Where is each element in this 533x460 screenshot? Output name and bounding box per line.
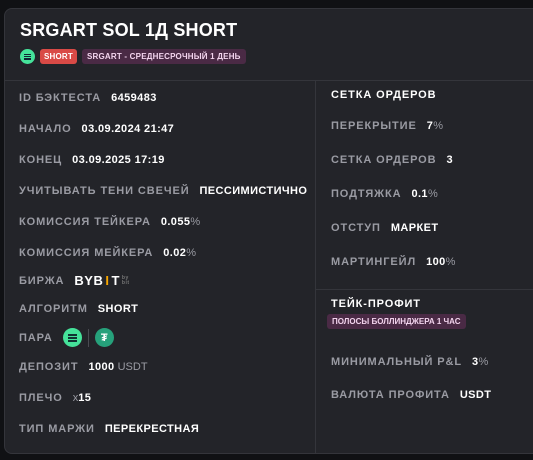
label: ВАЛЮТА ПРОФИТА [331,389,450,401]
row-pair: ПАРА ₮ [19,328,114,347]
label: ПАРА [19,331,53,344]
label: ID БЭКТЕСТА [19,92,102,104]
badges-row: SHORT SRGART - СРЕДНЕСРОЧНЫЙ 1 ДЕНЬ [20,49,246,64]
margin-type-value: ПЕРЕКРЕСТНАЯ [104,423,200,435]
row-offset: ОТСТУП МАРКЕТ [331,222,438,234]
label: КОНЕЦ [19,154,63,166]
grid-value: 3 [446,154,454,166]
pullup-value: 0.1% [411,188,438,200]
row-backtest-id: ID БЭКТЕСТА 6459483 [19,92,157,104]
column-divider [315,81,316,453]
row-min-pnl: МИНИМАЛЬНЫЙ P&L 3% [331,356,488,368]
profit-currency-value: USDT [459,389,492,401]
row-pullup: ПОДТЯЖКА 0.1% [331,188,438,200]
maker-fee-value: 0.02% [163,247,197,259]
label: СЕТКА ОРДЕРОВ [331,154,437,166]
label: БИРЖА [19,274,65,287]
label: ПОДТЯЖКА [331,188,402,200]
row-overlap: ПЕРЕКРЫТИЕ 7% [331,120,443,132]
row-margin-type: ТИП МАРЖИ ПЕРЕКРЕСТНАЯ [19,423,199,435]
row-start: НАЧАЛО 03.09.2024 21:47 [19,123,174,135]
section-divider [316,289,533,290]
label: ОТСТУП [331,222,381,234]
martingale-value: 100% [426,256,456,268]
row-exchange: БИРЖА BYB I T by bit [19,273,130,288]
label: ТИП МАРЖИ [19,423,95,435]
backtest-card: SRGART SOL 1Д SHORT SHORT SRGART - СРЕДН… [4,8,533,454]
row-algorithm: АЛГОРИТМ SHORT [19,303,138,315]
row-leverage: ПЛЕЧО x15 [19,392,91,404]
row-end: КОНЕЦ 03.09.2025 17:19 [19,154,165,166]
row-grid: СЕТКА ОРДЕРОВ 3 [331,154,453,166]
label: АЛГОРИТМ [19,303,88,315]
row-deposit: ДЕПОЗИТ 1000 USDT [19,361,148,373]
row-maker-fee: КОМИССИЯ МЕЙКЕРА 0.02% [19,247,196,259]
takeprofit-section-title: ТЕЙК-ПРОФИТ [331,298,421,310]
usdt-icon: ₮ [94,328,114,347]
label: МИНИМАЛЬНЫЙ P&L [331,356,462,368]
card-title: SRGART SOL 1Д SHORT [20,20,238,40]
row-profit-currency: ВАЛЮТА ПРОФИТА USDT [331,389,491,401]
label: ДЕПОЗИТ [19,361,79,373]
pair-icons: ₮ [62,328,114,347]
sol-icon [62,328,82,347]
backtest-id-value: 6459483 [111,92,157,104]
algorithm-value: SHORT [97,303,139,315]
taker-fee-value: 0.055% [160,216,201,228]
bollinger-badge: ПОЛОСЫ БОЛЛИНДЖЕРА 1 ЧАС [327,314,466,329]
overlap-value: 7% [426,120,444,132]
label: ПЕРЕКРЫТИЕ [331,120,417,132]
label: КОМИССИЯ МЕЙКЕРА [19,247,154,259]
label: ПЛЕЧО [19,392,63,404]
pair-separator [87,328,89,347]
label: КОМИССИЯ ТЕЙКЕРА [19,216,151,228]
offset-value: МАРКЕТ [390,222,439,234]
sol-icon [20,49,35,64]
end-value: 03.09.2025 17:19 [72,154,165,166]
label: МАРТИНГЕЙЛ [331,256,417,268]
row-taker-fee: КОМИССИЯ ТЕЙКЕРА 0.055% [19,216,200,228]
wicks-value: ПЕССИМИСТИЧНО [199,185,308,197]
min-pnl-value: 3% [471,356,489,368]
row-martingale: МАРТИНГЕЙЛ 100% [331,256,455,268]
deposit-value: 1000 USDT [88,361,148,373]
short-badge: SHORT [40,49,77,64]
label: УЧИТЫВАТЬ ТЕНИ СВЕЧЕЙ [19,185,190,197]
leverage-value: x15 [72,392,92,404]
start-value: 03.09.2024 21:47 [81,123,175,135]
orders-section-title: СЕТКА ОРДЕРОВ [331,89,437,101]
row-wicks: УЧИТЫВАТЬ ТЕНИ СВЕЧЕЙ ПЕССИМИСТИЧНО [19,185,307,197]
label: НАЧАЛО [19,123,72,135]
strategy-badge: SRGART - СРЕДНЕСРОЧНЫЙ 1 ДЕНЬ [82,49,246,64]
header-divider [5,80,533,81]
bybit-logo: BYB I T by bit [74,273,130,288]
